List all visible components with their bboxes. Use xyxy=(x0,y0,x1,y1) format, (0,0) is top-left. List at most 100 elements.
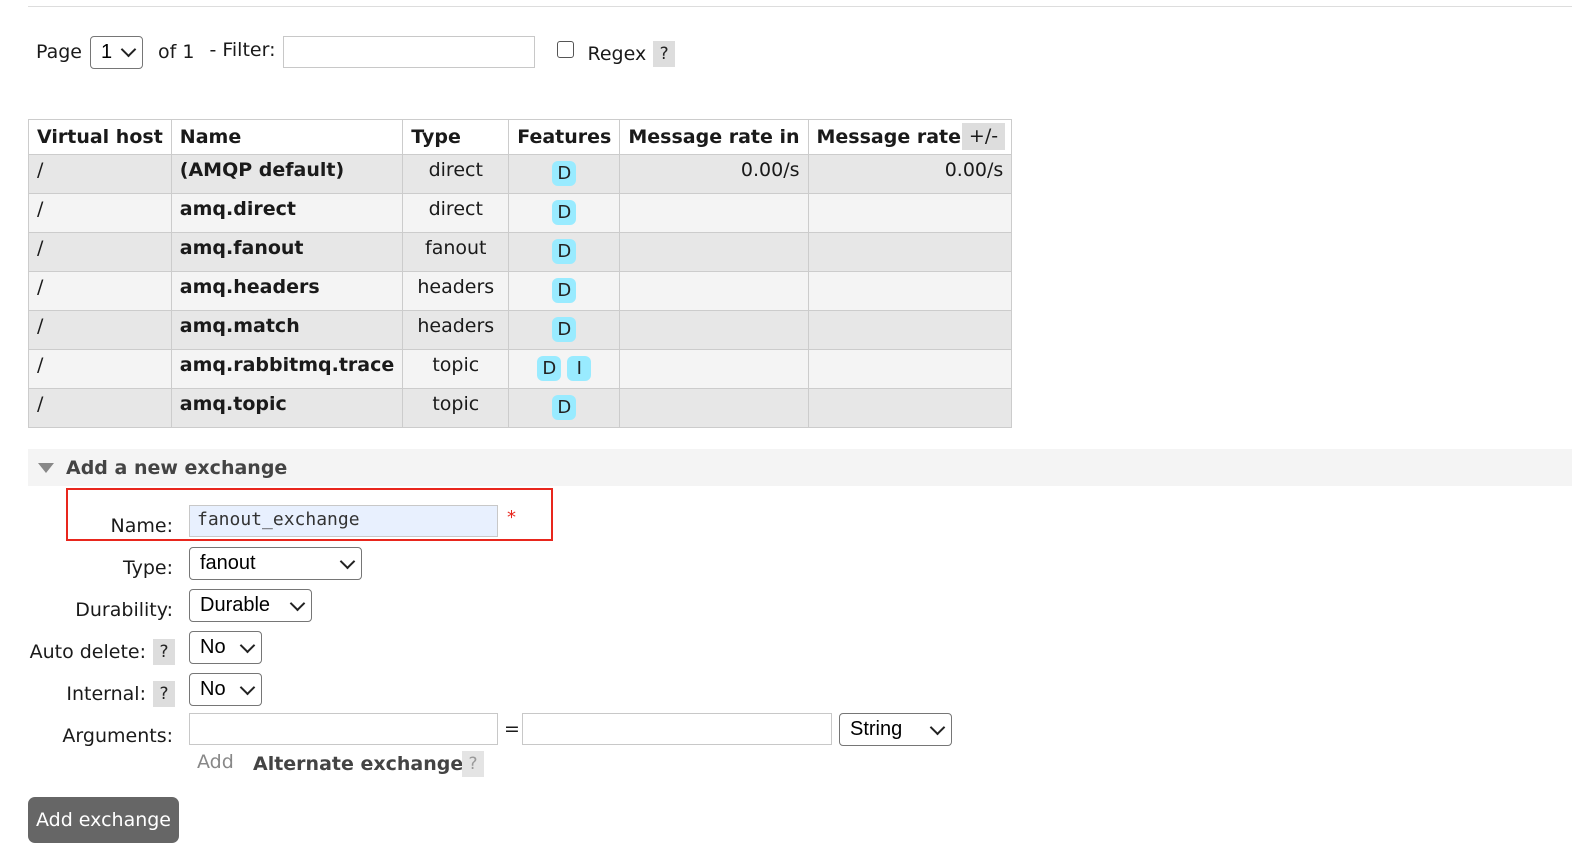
durable-badge: D xyxy=(552,317,577,342)
pagination-bar: Page 1 of 1 - Filter: Regex ? xyxy=(36,35,676,69)
table-row[interactable]: / amq.topic topic D xyxy=(28,388,1013,428)
cell-message-rate-out xyxy=(807,310,1013,350)
chevron-down-icon xyxy=(120,41,137,58)
collapse-triangle-icon xyxy=(38,462,54,473)
type-select-value: fanout xyxy=(200,552,256,574)
column-header-type[interactable]: Type xyxy=(402,119,510,155)
table-row[interactable]: / amq.headers headers D xyxy=(28,271,1013,311)
internal-select[interactable]: No xyxy=(189,673,262,706)
cell-type: topic xyxy=(402,349,510,389)
exchange-name-input[interactable]: fanout_exchange xyxy=(189,505,498,537)
cell-exchange-name-link[interactable]: amq.fanout xyxy=(170,232,404,272)
table-row[interactable]: / (AMQP default) direct D 0.00/s 0.00/s xyxy=(28,154,1013,194)
add-argument-link[interactable]: Add xyxy=(197,751,234,773)
chevron-down-icon xyxy=(289,595,306,611)
chevron-down-icon xyxy=(239,679,256,695)
auto-delete-select-value: No xyxy=(200,636,226,658)
auto-delete-help-button[interactable]: ? xyxy=(153,639,175,665)
arguments-label: Arguments: xyxy=(62,725,173,747)
argument-value-input[interactable] xyxy=(522,713,832,745)
durable-badge: D xyxy=(552,278,577,303)
durable-badge: D xyxy=(552,200,577,225)
cell-message-rate-in xyxy=(619,232,809,272)
regex-help-button[interactable]: ? xyxy=(653,41,676,67)
column-header-message-rate-in[interactable]: Message rate in xyxy=(619,119,809,155)
table-header-row: Virtual host Name Type Features Message … xyxy=(28,119,1013,155)
required-marker: * xyxy=(507,507,516,528)
column-header-features: Features xyxy=(508,119,621,155)
argument-type-select-value: String xyxy=(850,718,903,740)
cell-virtual-host: / xyxy=(28,154,172,194)
page-label: Page xyxy=(36,41,82,63)
cell-exchange-name-link[interactable]: amq.topic xyxy=(170,388,404,428)
cell-type: headers xyxy=(402,271,510,311)
cell-type: fanout xyxy=(402,232,510,272)
internal-help-button[interactable]: ? xyxy=(153,681,175,707)
argument-equals-sign: = xyxy=(504,718,520,740)
auto-delete-label: Auto delete: xyxy=(29,641,146,663)
regex-label: Regex xyxy=(587,43,647,65)
auto-delete-select[interactable]: No xyxy=(189,631,262,664)
argument-type-select[interactable]: String xyxy=(839,713,952,746)
type-label: Type: xyxy=(122,557,173,579)
regex-checkbox[interactable] xyxy=(557,40,575,58)
cell-features: D xyxy=(508,310,621,350)
column-header-virtual-host[interactable]: Virtual host xyxy=(28,119,172,155)
cell-virtual-host: / xyxy=(28,349,172,389)
cell-features: D xyxy=(508,388,621,428)
cell-message-rate-in xyxy=(619,388,809,428)
cell-features: D xyxy=(508,271,621,311)
cell-message-rate-out xyxy=(807,388,1013,428)
cell-type: headers xyxy=(402,310,510,350)
durable-badge: D xyxy=(537,356,562,381)
cell-exchange-name-link[interactable]: amq.match xyxy=(170,310,404,350)
type-select[interactable]: fanout xyxy=(189,547,362,580)
top-divider xyxy=(28,6,1572,7)
alternate-exchange-help-button[interactable]: ? xyxy=(462,751,484,777)
cell-virtual-host: / xyxy=(28,232,172,272)
cell-type: direct xyxy=(402,154,510,194)
table-row[interactable]: / amq.match headers D xyxy=(28,310,1013,350)
add-exchange-button[interactable]: Add exchange xyxy=(28,797,179,843)
cell-message-rate-out xyxy=(807,271,1013,311)
filter-input[interactable] xyxy=(283,36,536,68)
cell-message-rate-out xyxy=(807,193,1013,233)
internal-select-value: No xyxy=(200,678,226,700)
durability-label: Durability: xyxy=(75,599,173,621)
name-label: Name: xyxy=(110,515,173,537)
argument-key-input[interactable] xyxy=(189,713,498,745)
cell-exchange-name-link[interactable]: amq.headers xyxy=(170,271,404,311)
durability-select-value: Durable xyxy=(200,594,271,616)
cell-virtual-host: / xyxy=(28,388,172,428)
cell-message-rate-in xyxy=(619,193,809,233)
durability-select[interactable]: Durable xyxy=(189,589,312,622)
chevron-down-icon xyxy=(929,719,946,735)
page-select[interactable]: 1 xyxy=(90,35,143,69)
chevron-down-icon xyxy=(339,553,356,569)
cell-features: D xyxy=(508,232,621,272)
cell-exchange-name-link[interactable]: amq.direct xyxy=(170,193,404,233)
cell-virtual-host: / xyxy=(28,271,172,311)
chevron-down-icon xyxy=(239,637,256,653)
internal-label: Internal: xyxy=(66,683,146,705)
cell-type: topic xyxy=(402,388,510,428)
table-row[interactable]: / amq.fanout fanout D xyxy=(28,232,1013,272)
column-toggle-button[interactable]: +/- xyxy=(962,123,1005,150)
cell-features: D xyxy=(508,154,621,194)
add-exchange-section-header[interactable]: Add a new exchange xyxy=(28,449,1572,486)
column-header-name[interactable]: Name xyxy=(170,119,404,155)
page-select-value: 1 xyxy=(101,40,113,63)
cell-message-rate-in: 0.00/s xyxy=(619,154,809,194)
cell-type: direct xyxy=(402,193,510,233)
cell-message-rate-in xyxy=(619,349,809,389)
page-count: of 1 xyxy=(158,41,195,63)
cell-exchange-name-link[interactable]: (AMQP default) xyxy=(170,154,404,194)
table-row[interactable]: / amq.direct direct D xyxy=(28,193,1013,233)
filter-label: - Filter: xyxy=(209,39,276,61)
table-row[interactable]: / amq.rabbitmq.trace topic D I xyxy=(28,349,1013,389)
cell-features: DI xyxy=(508,349,621,389)
alternate-exchange-link[interactable]: Alternate exchange xyxy=(253,753,463,775)
cell-virtual-host: / xyxy=(28,310,172,350)
cell-exchange-name-link[interactable]: amq.rabbitmq.trace xyxy=(170,349,404,389)
cell-message-rate-out xyxy=(807,349,1013,389)
